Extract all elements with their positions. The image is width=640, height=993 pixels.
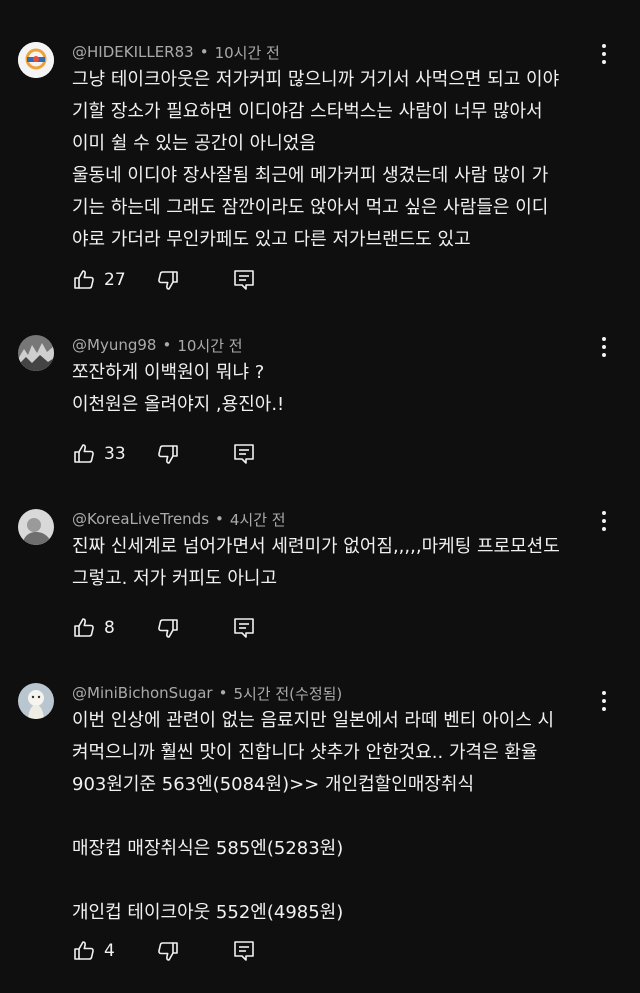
thumbs-up-icon <box>72 268 96 292</box>
thumbs-up-icon <box>72 442 96 466</box>
author-name[interactable]: @KoreaLiveTrends <box>72 510 209 528</box>
thumbs-up-icon <box>72 616 96 640</box>
more-vertical-icon[interactable] <box>594 335 614 357</box>
like-button[interactable]: 4 <box>72 939 115 963</box>
comment-item: @Myung98 • 10시간 전 쪼잔하게 이백원이 뭐냐 ? 이천원은 올려… <box>0 335 640 475</box>
reply-button[interactable] <box>232 268 256 292</box>
thumbs-down-icon <box>156 939 180 963</box>
like-count: 27 <box>104 270 126 290</box>
reply-icon <box>232 616 256 640</box>
like-count: 8 <box>104 618 115 638</box>
separator-dot: • <box>215 510 224 528</box>
like-button[interactable]: 33 <box>72 442 126 466</box>
reply-button[interactable] <box>232 939 256 963</box>
comment-text: 그냥 테이크아웃은 저가커피 많으니까 거기서 사먹으면 되고 이야 기할 장소… <box>72 69 560 250</box>
thumbs-down-icon <box>156 442 180 466</box>
timestamp[interactable]: 10시간 전 <box>177 335 242 356</box>
reply-icon <box>232 939 256 963</box>
dislike-button[interactable] <box>156 616 180 640</box>
comment-header: @Myung98 • 10시간 전 <box>72 335 243 355</box>
like-button[interactable]: 8 <box>72 616 115 640</box>
thumbs-up-icon <box>72 939 96 963</box>
comment-item: @HIDEKILLER83 • 10시간 전 그냥 테이크아웃은 저가커피 많으… <box>0 42 640 302</box>
comment-header: @KoreaLiveTrends • 4시간 전 <box>72 509 286 529</box>
comment-text: 진짜 신세계로 넘어가면서 세련미가 없어짐,,,,,마케팅 프로모션도 그렇고… <box>72 536 560 589</box>
avatar[interactable] <box>18 683 54 719</box>
more-vertical-icon[interactable] <box>594 509 614 531</box>
like-count: 33 <box>104 444 126 464</box>
comment-item: @KoreaLiveTrends • 4시간 전 진짜 신세계로 넘어가면서 세… <box>0 509 640 649</box>
avatar[interactable] <box>18 335 54 371</box>
author-name[interactable]: @HIDEKILLER83 <box>72 43 194 61</box>
avatar[interactable] <box>18 42 54 78</box>
author-name[interactable]: @MiniBichonSugar <box>72 684 213 702</box>
dislike-button[interactable] <box>156 939 180 963</box>
thumbs-down-icon <box>156 268 180 292</box>
timestamp[interactable]: 4시간 전 <box>230 509 286 530</box>
thumbs-down-icon <box>156 616 180 640</box>
reply-button[interactable] <box>232 442 256 466</box>
comment-text: 이번 인상에 관련이 없는 음료지만 일본에서 라떼 벤티 아이스 시 켜먹으니… <box>72 710 555 923</box>
separator-dot: • <box>162 336 172 354</box>
more-vertical-icon[interactable] <box>594 689 614 711</box>
author-name[interactable]: @Myung98 <box>72 336 156 354</box>
timestamp[interactable]: 10시간 전 <box>215 42 280 63</box>
more-vertical-icon[interactable] <box>594 42 614 64</box>
reply-icon <box>232 442 256 466</box>
avatar[interactable] <box>18 509 54 545</box>
comment-item: @MiniBichonSugar • 5시간 전(수정됨) 이번 인상에 관련이… <box>0 683 640 973</box>
like-count: 4 <box>104 941 115 961</box>
comment-text: 쪼잔하게 이백원이 뭐냐 ? 이천원은 올려야지 ,용진아.! <box>72 362 285 415</box>
comment-header: @MiniBichonSugar • 5시간 전(수정됨) <box>72 683 342 703</box>
like-button[interactable]: 27 <box>72 268 126 292</box>
separator-dot: • <box>199 43 209 61</box>
separator-dot: • <box>218 684 228 702</box>
reply-icon <box>232 268 256 292</box>
comment-header: @HIDEKILLER83 • 10시간 전 <box>72 42 280 62</box>
timestamp[interactable]: 5시간 전(수정됨) <box>233 683 342 704</box>
dislike-button[interactable] <box>156 268 180 292</box>
reply-button[interactable] <box>232 616 256 640</box>
dislike-button[interactable] <box>156 442 180 466</box>
